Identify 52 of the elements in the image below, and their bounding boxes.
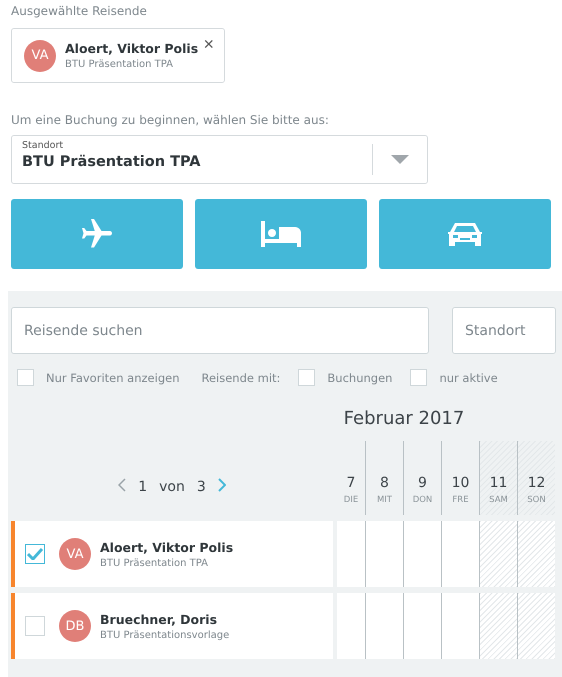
traveler-org: BTU Präsentationsvorlage (100, 630, 230, 640)
remove-button[interactable]: × (203, 35, 214, 53)
bed-icon (259, 219, 303, 249)
location-dropdown[interactable]: Standort BTU Präsentation TPA (11, 135, 428, 184)
month-title: Februar 2017 (344, 408, 464, 429)
traveler-row[interactable]: DB Bruechner, Doris BTU Präsentationsvorlage (11, 593, 333, 659)
traveler-org: BTU Präsentation TPA (65, 59, 174, 70)
traveler-name: Aloert, Viktor Polis (100, 540, 234, 554)
avatar: VA (59, 538, 91, 570)
traveler-org: BTU Präsentation TPA (100, 558, 209, 568)
weekday-label: SON (527, 495, 546, 505)
day-number: 8 (380, 475, 389, 491)
page-of: von (159, 478, 185, 494)
row-checkbox[interactable] (25, 616, 45, 636)
filter-label: Reisende mit: (201, 370, 280, 384)
row-checkbox[interactable] (25, 544, 45, 564)
dropdown-value: BTU Präsentation TPA (22, 154, 202, 170)
weekday-label: DON (412, 495, 432, 505)
dropdown-arrow-icon (391, 155, 409, 164)
flight-booking-button[interactable] (11, 199, 183, 269)
car-booking-button[interactable] (379, 199, 551, 269)
traveler-name: Aloert, Viktor Polis (65, 41, 198, 56)
location-field[interactable]: Standort (452, 307, 556, 354)
page-current: 1 (138, 478, 148, 494)
filter-checkbox[interactable] (298, 369, 316, 386)
day-number: 12 (528, 475, 546, 491)
chevron-left-icon (118, 478, 126, 492)
weekday-label: FRE (452, 495, 469, 505)
chevron-right-icon (218, 478, 226, 492)
filter-checkbox[interactable] (410, 369, 428, 386)
filter-checkbox[interactable] (17, 369, 34, 386)
avatar: VA (24, 40, 56, 72)
avatar: DB (59, 610, 91, 642)
booking-prompt: Um eine Buchung zu beginnen, wählen Sie bitte aus: (11, 113, 330, 127)
page-total: 3 (196, 478, 206, 494)
checkbox-label: Buchungen (327, 370, 392, 384)
section-heading: Ausgewählte Reisende (11, 4, 148, 18)
day-number: 11 (490, 475, 508, 491)
search-field[interactable]: Reisende suchen (11, 307, 429, 354)
weekday-label: DIE (344, 495, 358, 505)
weekday-label: MIT (376, 495, 392, 505)
checkmark-icon (27, 548, 43, 560)
traveler-row[interactable]: VA Aloert, Viktor Polis BTU Präsentation TPA (11, 521, 333, 587)
checkbox-label: Nur Favoriten anzeigen (46, 370, 180, 384)
checkbox-label: nur aktive (439, 370, 498, 384)
day-number: 9 (418, 475, 427, 491)
day-number: 7 (346, 475, 356, 491)
day-number: 10 (452, 475, 470, 491)
weekday-label: SAM (489, 495, 508, 505)
traveler-name: Bruechner, Doris (100, 612, 218, 626)
dropdown-label: Standort (22, 140, 64, 151)
hotel-booking-button[interactable] (195, 199, 367, 269)
